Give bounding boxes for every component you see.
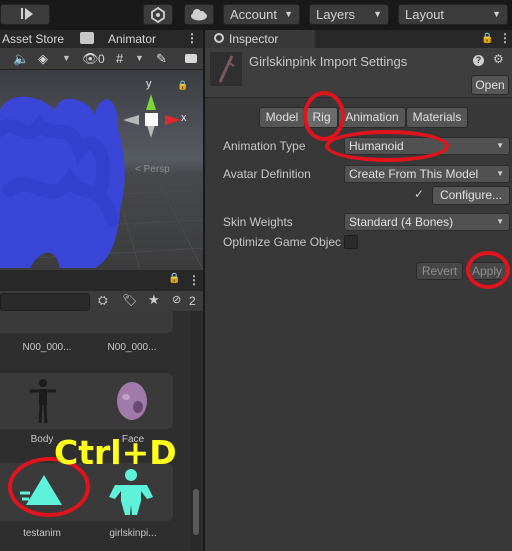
avatar-icon[interactable] [109,467,153,517]
asset-label-girlskin[interactable]: girlskinpi... [88,528,178,539]
settings-icon[interactable]: ⚙ [493,52,504,66]
help-icon[interactable]: ? [473,55,484,66]
tab-model[interactable]: Model [259,107,305,128]
inspector-title: Girlskinpink Import Settings [249,54,408,69]
package-icon [151,6,165,24]
project-assets-grid: N00_000... N00_000... Body Face testanim… [0,311,203,551]
layout-dropdown[interactable]: Layout ▼ [398,4,508,25]
account-label: Account [230,7,277,22]
chevron-down-icon[interactable]: ▼ [62,53,71,63]
layers-dropdown[interactable]: Layers ▼ [309,4,389,25]
overlay-shortcut-text: Ctrl+D [54,433,177,472]
gizmo-y-label: y [146,78,152,90]
hidden-icon[interactable]: ⊘ [172,293,181,306]
left-tab-bar: Asset Store Animator ⋮ [0,30,203,48]
optimize-checkbox[interactable] [344,235,358,249]
tab-menu-icon[interactable]: ⋮ [186,31,198,45]
chevron-down-icon: ▼ [496,141,504,150]
chevron-down-icon: ▼ [373,9,382,19]
inspector-header: Girlskinpink Import Settings ? ⚙ Open [205,48,512,98]
filter-type-icon[interactable]: ⛭ [98,293,108,308]
asset-label[interactable]: N00_000... [2,342,92,353]
optimize-game-objects-label: Optimize Game Objec [223,235,342,249]
chevron-down-icon: ▼ [496,169,504,178]
chevron-down-icon: ▼ [284,9,293,19]
inspector-tab-bar: Inspector 🔒 ⋮ [205,30,512,48]
scrollbar-track[interactable] [191,311,201,551]
lock-icon[interactable]: 🔒 [168,273,180,284]
avatar-definition-label: Avatar Definition [223,167,311,181]
skin-weights-dropdown[interactable]: Standard (4 Bones) ▼ [344,213,510,231]
animation-type-label: Animation Type [223,139,306,153]
face-model-icon[interactable] [112,379,152,427]
tab-menu-icon[interactable]: ⋮ [188,273,200,287]
skin-weights-label: Skin Weights [223,215,293,229]
orientation-gizmo[interactable]: y x 🔒 < Persp [115,76,195,175]
account-dropdown[interactable]: Account ▼ [223,4,300,25]
annotation-circle [303,91,345,141]
asset-label-testanim[interactable]: testanim [0,528,87,539]
tab-asset-store[interactable]: Asset Store [2,32,64,46]
asset-label[interactable]: N00_000... [87,342,177,353]
annotation-circle [466,251,510,289]
chevron-down-icon: ▼ [492,9,501,19]
avatar-definition-dropdown[interactable]: Create From This Model ▼ [344,165,510,183]
open-button[interactable]: Open [471,75,509,95]
cloud-button[interactable] [184,4,214,25]
lock-icon[interactable]: 🔒 [177,80,188,91]
tab-menu-icon[interactable]: ⋮ [499,31,511,45]
avatar-definition-value: Create From This Model [349,167,479,181]
hidden-count: 2 [189,294,196,308]
package-icon-button[interactable] [143,4,173,25]
cloud-icon [191,9,207,21]
animator-icon [80,32,94,44]
body-model-icon[interactable] [28,377,58,425]
label-icon[interactable]: 🏷 [122,293,137,307]
asset-row-tile [0,311,173,333]
tab-animator[interactable]: Animator [108,32,156,46]
persp-label[interactable]: < Persp [135,164,170,175]
inspector-tab-label: Inspector [229,32,279,46]
chevron-down-icon: ▼ [496,217,504,226]
project-search-bar: ⛭ 🏷 ★ ⊘ 2 [0,291,203,311]
tools-icon[interactable]: ✎ [156,51,167,67]
effects-icon[interactable]: ◈ [38,51,48,67]
skin-weights-value: Standard (4 Bones) [349,215,454,229]
play-controls [0,4,50,25]
main-toolbar: Account ▼ Layers ▼ Layout ▼ [0,0,512,30]
check-icon: ✓ [414,187,425,201]
asset-thumbnail [210,52,242,86]
layers-label: Layers [316,7,356,22]
camera-icon[interactable] [185,54,197,63]
visibility-count: 0 [98,52,105,66]
step-icon[interactable] [21,8,23,19]
scene-visibility-icon[interactable]: 👁 [82,51,99,67]
chevron-down-icon[interactable]: ▼ [135,53,144,63]
favorite-star-icon[interactable]: ★ [148,292,160,308]
scrollbar-thumb[interactable] [193,489,199,535]
info-icon [214,33,224,43]
gizmo-x-label: x [181,112,187,124]
revert-button[interactable]: Revert [416,262,463,280]
scene-toolbar: 🔈 ◈ ▼ 👁 0 # ▼ ✎ [0,48,203,70]
audio-icon[interactable]: 🔈 [13,51,29,67]
search-input[interactable] [0,293,90,311]
tab-animation[interactable]: Animation [338,107,406,128]
step-triangle-icon [25,8,33,20]
layout-label: Layout [405,7,445,22]
tab-inspector[interactable]: Inspector [205,30,315,48]
lock-icon[interactable]: 🔒 [481,33,493,44]
annotation-circle [325,130,449,162]
grid-icon[interactable]: # [116,51,123,66]
project-tab-bar: 🔒 ⋮ [0,270,203,291]
configure-button[interactable]: Configure... [432,186,510,205]
model-figure-icon [218,55,235,83]
tab-materials[interactable]: Materials [406,107,468,128]
scene-view[interactable]: y x 🔒 < Persp [0,70,203,270]
